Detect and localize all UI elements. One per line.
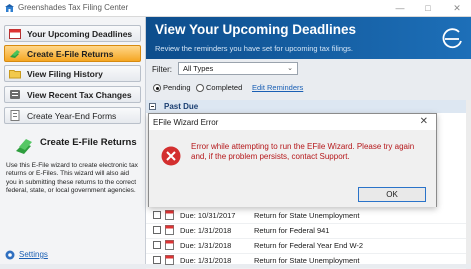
list-item[interactable]: Due: 1/31/2018 Return for State Unemploy…: [146, 253, 466, 269]
page-title: View Your Upcoming Deadlines: [155, 22, 357, 37]
document-icon: [165, 225, 174, 235]
filter-label: Filter:: [152, 65, 172, 74]
sidebar-item-create-efile[interactable]: Create E-File Returns: [4, 45, 141, 62]
completed-radio[interactable]: [196, 84, 204, 92]
group-label: Past Due: [164, 102, 199, 111]
return-name: Return for Federal Year End W-2: [254, 241, 364, 250]
return-name: Return for State Unemployment: [254, 211, 360, 220]
group-header-past-due[interactable]: Past Due: [146, 100, 466, 113]
maximize-button[interactable]: □: [417, 1, 439, 15]
brand-swirl-icon: [442, 28, 462, 49]
row-checkbox[interactable]: [153, 211, 161, 219]
settings-icon: [5, 250, 15, 260]
page-subtitle: Review the reminders you have set for up…: [155, 44, 354, 53]
document-icon: [165, 210, 174, 220]
sidebar-item-filing-history[interactable]: View Filing History: [4, 65, 141, 82]
description-title: Create E-File Returns: [40, 137, 137, 148]
pending-radio-label: Pending: [163, 83, 191, 92]
dialog-close-button[interactable]: ✕: [420, 116, 428, 127]
row-checkbox[interactable]: [153, 256, 161, 264]
sidebar-item-label: Create E-File Returns: [27, 49, 114, 59]
sidebar-item-recent-tax-changes[interactable]: View Recent Tax Changes: [4, 86, 141, 103]
dialog-title-bar: EFile Wizard Error ✕: [149, 114, 436, 130]
sidebar-item-label: View Recent Tax Changes: [27, 90, 132, 100]
completed-radio-label: Completed: [206, 83, 243, 92]
close-window-button[interactable]: ✕: [446, 1, 468, 15]
filter-select-value: All Types: [183, 64, 214, 73]
list-item[interactable]: Due: 1/31/2018 Return for Federal Year E…: [146, 238, 466, 254]
sidebar-item-label: Create Year-End Forms: [27, 111, 117, 121]
error-icon: [161, 146, 181, 166]
row-checkbox[interactable]: [153, 226, 161, 234]
error-message: Error while attempting to run the EFile …: [191, 142, 415, 161]
calendar-icon: [9, 29, 21, 39]
sidebar-item-label: View Filing History: [27, 69, 103, 79]
sidebar-item-year-end-forms[interactable]: Create Year-End Forms: [4, 107, 141, 124]
row-checkbox[interactable]: [153, 241, 161, 249]
pending-radio[interactable]: [153, 84, 161, 92]
due-date: Due: 10/31/2017: [180, 211, 236, 220]
sidebar-item-label: Your Upcoming Deadlines: [27, 29, 133, 39]
edit-reminders-link[interactable]: Edit Reminders: [252, 83, 303, 92]
changes-icon: [10, 90, 20, 99]
minimize-button[interactable]: —: [389, 1, 411, 15]
return-name: Return for Federal 941: [254, 226, 330, 235]
description-text: Use this E-File wizard to create electro…: [6, 162, 138, 195]
due-date: Due: 1/31/2018: [180, 226, 232, 235]
app-logo-icon: [5, 4, 14, 12]
title-bar: Greenshades Tax Filing Center — □ ✕: [0, 0, 471, 17]
dialog-body: Error while attempting to run the EFile …: [149, 130, 436, 207]
document-icon: [165, 240, 174, 250]
due-date: Due: 1/31/2018: [180, 241, 232, 250]
sidebar-item-upcoming-deadlines[interactable]: Your Upcoming Deadlines: [4, 25, 141, 42]
filter-select[interactable]: All Types ⌄: [178, 62, 298, 75]
error-dialog: EFile Wizard Error ✕ Error while attempt…: [148, 113, 437, 207]
list-item[interactable]: Due: 10/31/2017 Return for State Unemplo…: [146, 208, 466, 224]
list-scrollbar[interactable]: [466, 100, 471, 264]
folder-icon: [9, 70, 21, 79]
settings-link[interactable]: Settings: [19, 250, 48, 259]
collapse-icon[interactable]: [149, 103, 156, 110]
window-title: Greenshades Tax Filing Center: [18, 3, 129, 12]
page-header: View Your Upcoming Deadlines Review the …: [146, 17, 471, 59]
efile-large-icon: [16, 139, 32, 154]
list-item[interactable]: Due: 1/31/2018 Return for Federal 941: [146, 223, 466, 239]
dialog-title: EFile Wizard Error: [153, 118, 219, 127]
ok-button[interactable]: OK: [358, 187, 426, 202]
chevron-down-icon: ⌄: [287, 65, 293, 72]
efile-icon: [10, 50, 20, 58]
forms-icon: [10, 110, 20, 121]
